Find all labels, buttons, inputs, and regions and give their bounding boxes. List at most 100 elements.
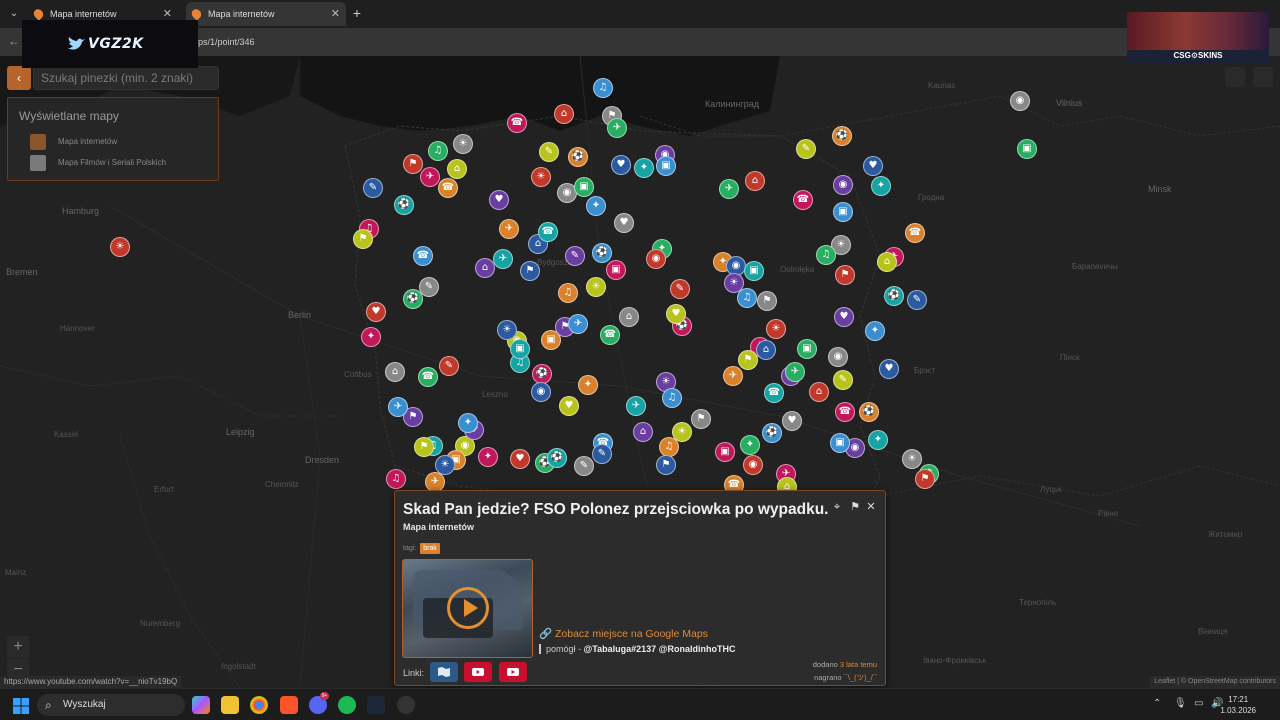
map-pin[interactable]: ⌂ — [877, 252, 897, 272]
map-pin[interactable]: ⌂ — [633, 422, 653, 442]
map-pin[interactable]: ☎ — [438, 178, 458, 198]
map-pin[interactable]: ✦ — [478, 447, 498, 467]
map-pin[interactable]: ✎ — [907, 290, 927, 310]
youtube-link-button[interactable] — [499, 662, 527, 682]
map-pin[interactable]: ♫ — [659, 437, 679, 457]
map-pin[interactable]: ✦ — [865, 321, 885, 341]
map-pin[interactable]: ✈ — [568, 314, 588, 334]
map-pin[interactable]: ☀ — [110, 237, 130, 257]
map-pin[interactable]: ⚽ — [547, 448, 567, 468]
search-input[interactable] — [33, 66, 219, 90]
map-pin[interactable]: ☎ — [507, 113, 527, 133]
map-pin[interactable]: ☀ — [497, 320, 517, 340]
map-pin[interactable]: ♥ — [489, 190, 509, 210]
map-pin[interactable]: ⌂ — [756, 340, 776, 360]
map-pin[interactable]: ⚑ — [835, 265, 855, 285]
windows-start-icon[interactable] — [13, 698, 29, 714]
map-pin[interactable]: ✦ — [361, 327, 381, 347]
map-pin[interactable]: ♥ — [366, 302, 386, 322]
map-pin[interactable]: ♥ — [559, 396, 579, 416]
map-pin[interactable]: ☀ — [453, 134, 473, 154]
map-pin[interactable]: ✎ — [574, 456, 594, 476]
map-pin[interactable]: ✈ — [607, 118, 627, 138]
map-pin[interactable]: ✎ — [833, 370, 853, 390]
map-pin[interactable]: ▣ — [715, 442, 735, 462]
map-pin[interactable]: ⚽ — [568, 147, 588, 167]
map-pin[interactable]: ⌂ — [554, 104, 574, 124]
map-pin[interactable]: ⚽ — [592, 243, 612, 263]
map-pin[interactable]: ✦ — [634, 158, 654, 178]
map-pin[interactable]: ♥ — [782, 411, 802, 431]
map-pin[interactable]: ☀ — [586, 277, 606, 297]
map-pin[interactable]: ⚽ — [762, 423, 782, 443]
map-pin[interactable]: ▣ — [606, 260, 626, 280]
map-pin[interactable]: ⚽ — [832, 126, 852, 146]
map-pin[interactable]: ▣ — [830, 433, 850, 453]
map-pin[interactable]: ⌂ — [447, 159, 467, 179]
map-pin[interactable]: ✎ — [363, 178, 383, 198]
map-pin[interactable]: ☎ — [793, 190, 813, 210]
map-pin[interactable]: ⚽ — [859, 402, 879, 422]
map-attribution[interactable]: Leaflet | © OpenStreetMap contributors — [1150, 676, 1280, 688]
map-pin[interactable]: ♫ — [386, 469, 406, 489]
youtube-link-button[interactable] — [464, 662, 492, 682]
network-icon[interactable]: ▭ — [1194, 698, 1203, 709]
layer-swatch[interactable] — [30, 134, 46, 150]
map-pin[interactable]: ✎ — [592, 444, 612, 464]
map-pin[interactable]: ⌂ — [619, 307, 639, 327]
map-pin[interactable]: ✎ — [539, 142, 559, 162]
map-pin[interactable]: ♫ — [428, 141, 448, 161]
close-icon[interactable]: ✕ — [865, 501, 877, 513]
map-pin[interactable]: ⚑ — [738, 350, 758, 370]
copilot-icon[interactable] — [192, 696, 210, 714]
map-pin[interactable]: ♥ — [863, 156, 883, 176]
map-pin[interactable]: ⚑ — [915, 469, 935, 489]
map-pin[interactable]: ☀ — [766, 319, 786, 339]
map-pin[interactable]: ☀ — [902, 449, 922, 469]
chevron-up-icon[interactable]: ⌃ — [1153, 698, 1161, 709]
map-pin[interactable]: ▣ — [833, 202, 853, 222]
map-pin[interactable]: ✦ — [871, 176, 891, 196]
map-pin[interactable]: ☎ — [600, 325, 620, 345]
map-link-button[interactable] — [430, 662, 458, 682]
map-pin[interactable]: ⌂ — [745, 171, 765, 191]
map-pin[interactable]: ⚽ — [532, 364, 552, 384]
clock[interactable]: 17:21 1.03.2026 — [1220, 694, 1256, 716]
map-pin[interactable]: ☀ — [531, 167, 551, 187]
map-pin[interactable]: ◉ — [828, 347, 848, 367]
map-pin[interactable]: ⚑ — [414, 437, 434, 457]
map-pin[interactable]: ⚑ — [757, 291, 777, 311]
map-pin[interactable]: ✎ — [796, 139, 816, 159]
map-pin[interactable]: ✈ — [499, 219, 519, 239]
obs-icon[interactable] — [397, 696, 415, 714]
steam-icon[interactable] — [367, 696, 385, 714]
close-icon[interactable]: ✕ — [331, 2, 340, 26]
layer-swatch[interactable] — [30, 155, 46, 171]
map-pin[interactable]: ♫ — [662, 388, 682, 408]
browser-tab-active[interactable]: Mapa internetów ✕ — [186, 2, 346, 26]
map-pin[interactable]: ♫ — [593, 78, 613, 98]
map-pin[interactable]: ☎ — [905, 223, 925, 243]
spotify-icon[interactable] — [338, 696, 356, 714]
map-pin[interactable]: ◉ — [531, 382, 551, 402]
map-pin[interactable]: ◉ — [743, 455, 763, 475]
map-pin[interactable]: ✈ — [420, 167, 440, 187]
map-pin[interactable]: ✦ — [586, 196, 606, 216]
video-thumbnail[interactable] — [402, 559, 533, 658]
map-pin[interactable]: ☎ — [413, 246, 433, 266]
map-pin[interactable]: ☎ — [538, 222, 558, 242]
map-pin[interactable]: ☎ — [418, 367, 438, 387]
map-pin[interactable]: ⚑ — [403, 154, 423, 174]
map-pin[interactable]: ⚑ — [656, 455, 676, 475]
map-pin[interactable]: ⚑ — [353, 229, 373, 249]
play-icon[interactable] — [447, 587, 489, 629]
map-pin[interactable]: ▣ — [510, 339, 530, 359]
chrome-icon[interactable] — [250, 696, 268, 714]
map-pin[interactable]: ✈ — [719, 179, 739, 199]
back-arrow-icon[interactable]: ← — [8, 34, 20, 48]
tag-badge[interactable]: brak — [420, 543, 440, 554]
map-pin[interactable]: ♫ — [737, 288, 757, 308]
taskbar-search[interactable]: ⌕ Wyszukaj — [37, 694, 185, 716]
map-pin[interactable]: ☎ — [764, 383, 784, 403]
map-pin[interactable]: ✎ — [565, 246, 585, 266]
